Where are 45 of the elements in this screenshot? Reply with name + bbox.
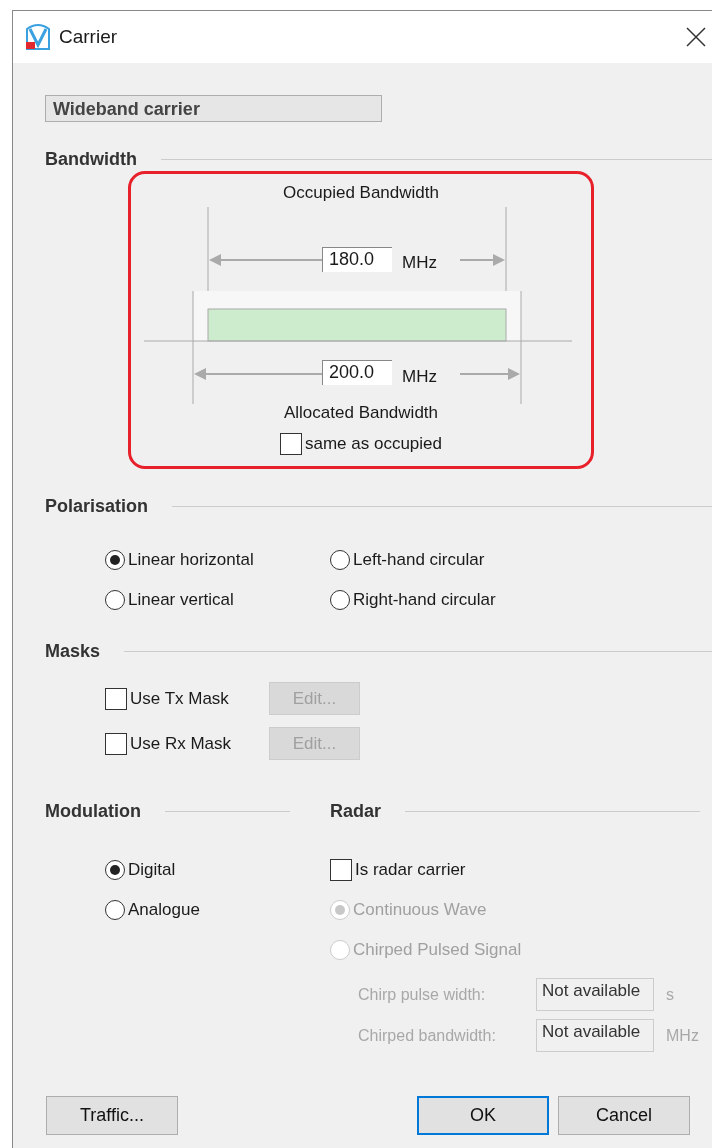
- checkbox[interactable]: [105, 732, 127, 755]
- checkbox-label: Use Tx Mask: [130, 688, 229, 709]
- checkbox[interactable]: [280, 433, 302, 455]
- allocated-input[interactable]: 200.0: [322, 360, 392, 385]
- radio-label: Linear vertical: [128, 590, 234, 610]
- unit-label: MHz: [666, 1026, 699, 1045]
- checkbox[interactable]: [330, 859, 352, 881]
- field-label: Chirped bandwidth:: [358, 1026, 497, 1045]
- radio-button[interactable]: [105, 590, 125, 610]
- allocated-label: Allocated Bandwidth: [282, 403, 439, 423]
- radio-label: Continuous Wave: [353, 900, 487, 920]
- radio-label: Right-hand circular: [353, 590, 496, 610]
- radio-label: Analogue: [128, 900, 200, 920]
- occupied-label: Occupied Bandwidth: [282, 183, 440, 203]
- section-heading: Modulation: [45, 800, 141, 822]
- traffic-button[interactable]: Traffic...: [46, 1096, 178, 1135]
- radio-button[interactable]: [105, 860, 125, 880]
- section-heading: Masks: [45, 640, 101, 662]
- radio-label: Linear horizontal: [128, 550, 254, 570]
- close-icon[interactable]: [686, 27, 706, 47]
- dialog-button[interactable]: OK: [417, 1096, 549, 1135]
- occupied-input[interactable]: 180.0: [322, 247, 392, 272]
- checkbox-label: Use Rx Mask: [130, 733, 232, 754]
- section-heading: Bandwidth: [45, 148, 137, 170]
- radio-button[interactable]: [330, 590, 350, 610]
- radio-button[interactable]: [105, 900, 125, 920]
- radio-label: Digital: [128, 860, 176, 880]
- unit-label: MHz: [402, 253, 437, 273]
- radio-button[interactable]: [330, 550, 350, 570]
- section-heading: Polarisation: [45, 495, 149, 517]
- field-label: Chirp pulse width:: [358, 985, 487, 1004]
- section-heading: Radar: [330, 800, 382, 822]
- dialog-button[interactable]: Cancel: [558, 1096, 690, 1135]
- dimension-arrow: [459, 254, 505, 266]
- radio-label: Left-hand circular: [353, 550, 485, 570]
- checkbox-label: same as occupied: [305, 434, 442, 454]
- dimension-arrow: [459, 368, 520, 380]
- unit-label: s: [666, 985, 674, 1004]
- radio-button[interactable]: [105, 550, 125, 570]
- unit-label: MHz: [402, 367, 437, 387]
- window-title: Carrier: [59, 26, 118, 48]
- app-logo-icon: [24, 23, 52, 51]
- radio-label: Chirped Pulsed Signal: [353, 940, 522, 960]
- checkbox[interactable]: [105, 687, 127, 710]
- checkbox-label: Is radar carrier: [355, 860, 466, 880]
